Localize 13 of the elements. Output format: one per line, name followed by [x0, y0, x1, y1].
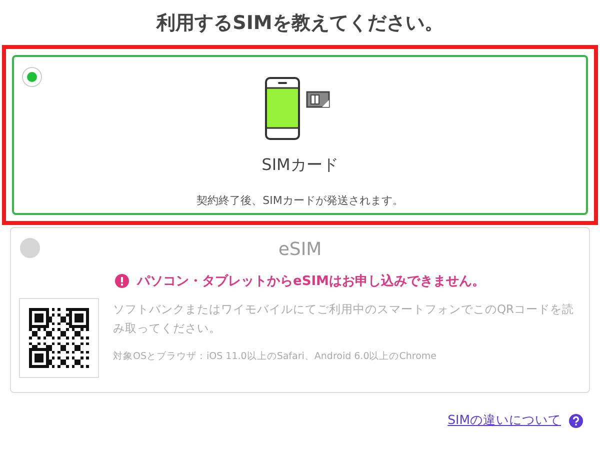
- option-label: SIMカード: [262, 155, 338, 176]
- exclamation-icon: [115, 274, 130, 288]
- radio-button[interactable]: [22, 67, 42, 87]
- option-card[interactable]: SIMカード 契約終了後、SIMカードが発送されます。: [12, 55, 588, 215]
- qr-code-icon: [19, 298, 99, 378]
- page-title: 利用するSIMを教えてください。: [155, 11, 444, 36]
- warning-message: パソコン・タブレットからeSIMはお申し込みできません。: [137, 272, 485, 290]
- help-icon[interactable]: [569, 414, 583, 428]
- option-label: eSIM: [278, 239, 322, 260]
- supported-browsers-note: 対象OSとブラウザ：iOS 11.0以上のSafari、Android 6.0以上のChrome: [113, 350, 438, 363]
- qr-instruction: ソフトバンクまたはワイモバイルにてご利用中のスマートフォンでこのQRコードを読み取ってください。: [113, 301, 576, 337]
- option-description: 契約終了後、SIMカードが発送されます。: [196, 193, 404, 208]
- sim-difference-link[interactable]: SIMの違いについて: [448, 412, 561, 429]
